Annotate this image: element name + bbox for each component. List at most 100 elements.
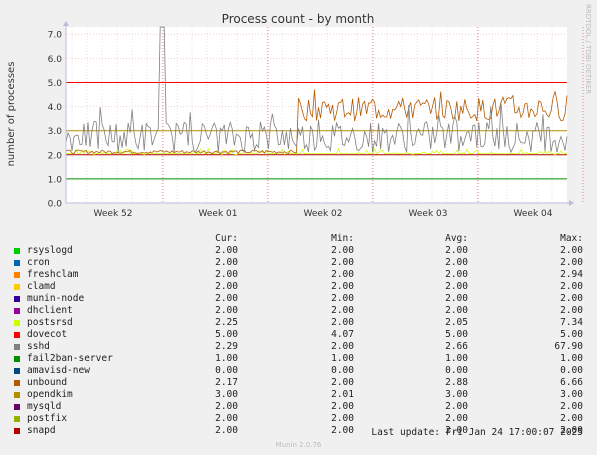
legend-cur-value: 2.00 (215, 257, 238, 268)
legend-row: dhclient 2.00 2.00 2.00 2.00 (0, 305, 597, 317)
legend-cur-value: 2.00 (215, 245, 238, 256)
legend-cur-value: 2.17 (215, 377, 238, 388)
y-axis-arrow (63, 21, 69, 26)
legend-min-value: 2.00 (331, 341, 354, 352)
legend-series-name: snapd (27, 425, 56, 436)
y-tick-labels: 0.0 1.0 2.0 3.0 4.0 5.0 6.0 7.0 (48, 31, 63, 210)
legend-max-value: 67.90 (554, 341, 583, 352)
legend-min-value: 2.00 (331, 281, 354, 292)
legend-max-value: 3.00 (560, 389, 583, 400)
legend-row: rsyslogd 2.00 2.00 2.00 2.00 (0, 245, 597, 257)
y-tick-label: 4.0 (48, 103, 63, 113)
legend-min-value: 2.00 (331, 305, 354, 316)
legend-max-value: 2.00 (560, 293, 583, 304)
legend-header-avg: Avg: (445, 233, 468, 244)
legend-swatch (14, 392, 20, 398)
legend-avg-value: 2.66 (445, 341, 468, 352)
legend-swatch (14, 380, 20, 386)
legend-row: postfix 2.00 2.00 2.00 2.00 (0, 413, 597, 425)
legend-max-value: 7.34 (560, 317, 583, 328)
legend-avg-value: 0.00 (445, 365, 468, 376)
legend-row: dovecot 5.00 4.07 5.00 5.00 (0, 329, 597, 341)
legend-avg-value: 3.00 (445, 389, 468, 400)
chart-title: Process count - by month (222, 12, 375, 26)
legend-max-value: 0.00 (560, 365, 583, 376)
y-tick-label: 0.0 (48, 200, 63, 210)
legend-row: freshclam 2.00 2.00 2.00 2.94 (0, 269, 597, 281)
legend-avg-value: 2.88 (445, 377, 468, 388)
legend-series-name: amavisd-new (27, 365, 90, 376)
legend-min-value: 2.00 (331, 257, 354, 268)
legend-swatch (14, 356, 20, 362)
legend-series-name: fail2ban-server (27, 353, 113, 364)
legend-swatch (14, 344, 20, 350)
legend-swatch (14, 428, 20, 434)
legend-row: clamd 2.00 2.00 2.00 2.00 (0, 281, 597, 293)
legend-cur-value: 2.00 (215, 293, 238, 304)
legend-swatch (14, 296, 20, 302)
legend-avg-value: 5.00 (445, 329, 468, 340)
legend-series-name: munin-node (27, 293, 85, 304)
legend-swatch (14, 320, 20, 326)
y-tick-label: 7.0 (48, 31, 63, 41)
x-tick-label: Week 04 (514, 209, 553, 219)
legend-avg-value: 1.00 (445, 353, 468, 364)
legend-min-value: 2.00 (331, 293, 354, 304)
legend-series-name: mysqld (27, 401, 62, 412)
legend-avg-value: 2.00 (445, 257, 468, 268)
legend-series-name: opendkim (27, 389, 73, 400)
legend-avg-value: 2.00 (445, 245, 468, 256)
legend-swatch (14, 272, 20, 278)
legend-cur-value: 0.00 (215, 365, 238, 376)
legend-min-value: 4.07 (331, 329, 354, 340)
legend-series-name: sshd (27, 341, 50, 352)
legend-series-name: rsyslogd (27, 245, 73, 256)
legend-avg-value: 2.00 (445, 281, 468, 292)
legend-avg-value: 2.00 (445, 413, 468, 424)
legend-max-value: 5.00 (560, 329, 583, 340)
legend-swatch (14, 368, 20, 374)
legend-series-name: dovecot (27, 329, 68, 340)
legend-swatch (14, 404, 20, 410)
legend-max-value: 1.00 (560, 353, 583, 364)
legend-max-value: 2.00 (560, 245, 583, 256)
legend-cur-value: 3.00 (215, 389, 238, 400)
x-tick-label: Week 02 (304, 209, 343, 219)
y-tick-label: 2.0 (48, 151, 63, 161)
legend-max-value: 6.66 (560, 377, 583, 388)
legend-series-name: postsrsd (27, 317, 73, 328)
y-axis-label: number of processes (6, 62, 17, 167)
legend-min-value: 2.00 (331, 245, 354, 256)
legend-series-name: clamd (27, 281, 56, 292)
legend-swatch (14, 416, 20, 422)
legend-max-value: 2.94 (560, 269, 583, 280)
legend-min-value: 1.00 (331, 353, 354, 364)
legend-min-value: 2.00 (331, 425, 354, 436)
legend-min-value: 2.00 (331, 269, 354, 280)
x-axis-arrow (569, 200, 574, 206)
legend-row: mysqld 2.00 2.00 2.00 2.00 (0, 401, 597, 413)
legend-max-value: 2.00 (560, 257, 583, 268)
legend-avg-value: 2.00 (445, 293, 468, 304)
legend-row: sshd 2.29 2.00 2.66 67.90 (0, 341, 597, 353)
legend-series-name: cron (27, 257, 50, 268)
x-tick-label: Week 01 (199, 209, 238, 219)
legend-series-name: dhclient (27, 305, 73, 316)
legend-cur-value: 2.29 (215, 341, 238, 352)
legend-header-cur: Cur: (215, 233, 238, 244)
legend-min-value: 2.00 (331, 377, 354, 388)
legend-series-name: postfix (27, 413, 68, 424)
legend-cur-value: 2.00 (215, 269, 238, 280)
legend-row: unbound 2.17 2.00 2.88 6.66 (0, 377, 597, 389)
legend-cur-value: 2.00 (215, 401, 238, 412)
y-tick-label: 6.0 (48, 55, 63, 65)
chart-area: Process count - by month number of proce… (6, 4, 592, 219)
legend-min-value: 0.00 (331, 365, 354, 376)
legend-min-value: 2.01 (331, 389, 354, 400)
legend-cur-value: 2.00 (215, 413, 238, 424)
legend-table: Cur: Min: Avg: Max: rsyslogd 2.00 2.00 2.00… (0, 233, 597, 437)
legend-cur-value: 2.00 (215, 281, 238, 292)
legend-row: munin-node 2.00 2.00 2.00 2.00 (0, 293, 597, 305)
x-tick-label: Week 52 (94, 209, 133, 219)
legend-cur-value: 2.00 (215, 305, 238, 316)
